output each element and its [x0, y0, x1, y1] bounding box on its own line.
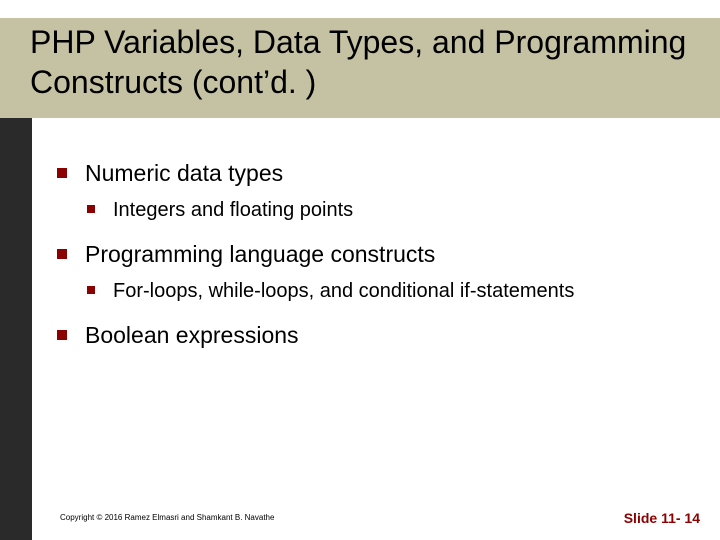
- slide-number: Slide 11- 14: [624, 510, 700, 526]
- sub-bullet-text: Integers and floating points: [113, 199, 353, 221]
- bullet-item: Programming language constructs: [55, 241, 695, 268]
- sub-bullet-item: For-loops, while-loops, and conditional …: [85, 278, 695, 304]
- slide-title: PHP Variables, Data Types, and Programmi…: [30, 22, 690, 102]
- bullet-text: Numeric data types: [85, 160, 283, 186]
- sub-bullet-item: Integers and floating points: [85, 197, 695, 223]
- square-bullet-icon: [87, 286, 95, 294]
- bullet-text: Boolean expressions: [85, 322, 299, 348]
- sub-bullet-text: For-loops, while-loops, and conditional …: [113, 280, 574, 302]
- square-bullet-icon: [87, 205, 95, 213]
- bullet-item: Numeric data types: [55, 160, 695, 187]
- content-area: Numeric data types Integers and floating…: [55, 160, 695, 359]
- bullet-text: Programming language constructs: [85, 241, 435, 267]
- square-bullet-icon: [57, 249, 67, 259]
- bullet-item: Boolean expressions: [55, 322, 695, 349]
- square-bullet-icon: [57, 168, 67, 178]
- copyright-text: Copyright © 2016 Ramez Elmasri and Shamk…: [60, 513, 274, 522]
- square-bullet-icon: [57, 330, 67, 340]
- slide: PHP Variables, Data Types, and Programmi…: [0, 0, 720, 540]
- left-accent-bar: [0, 118, 32, 540]
